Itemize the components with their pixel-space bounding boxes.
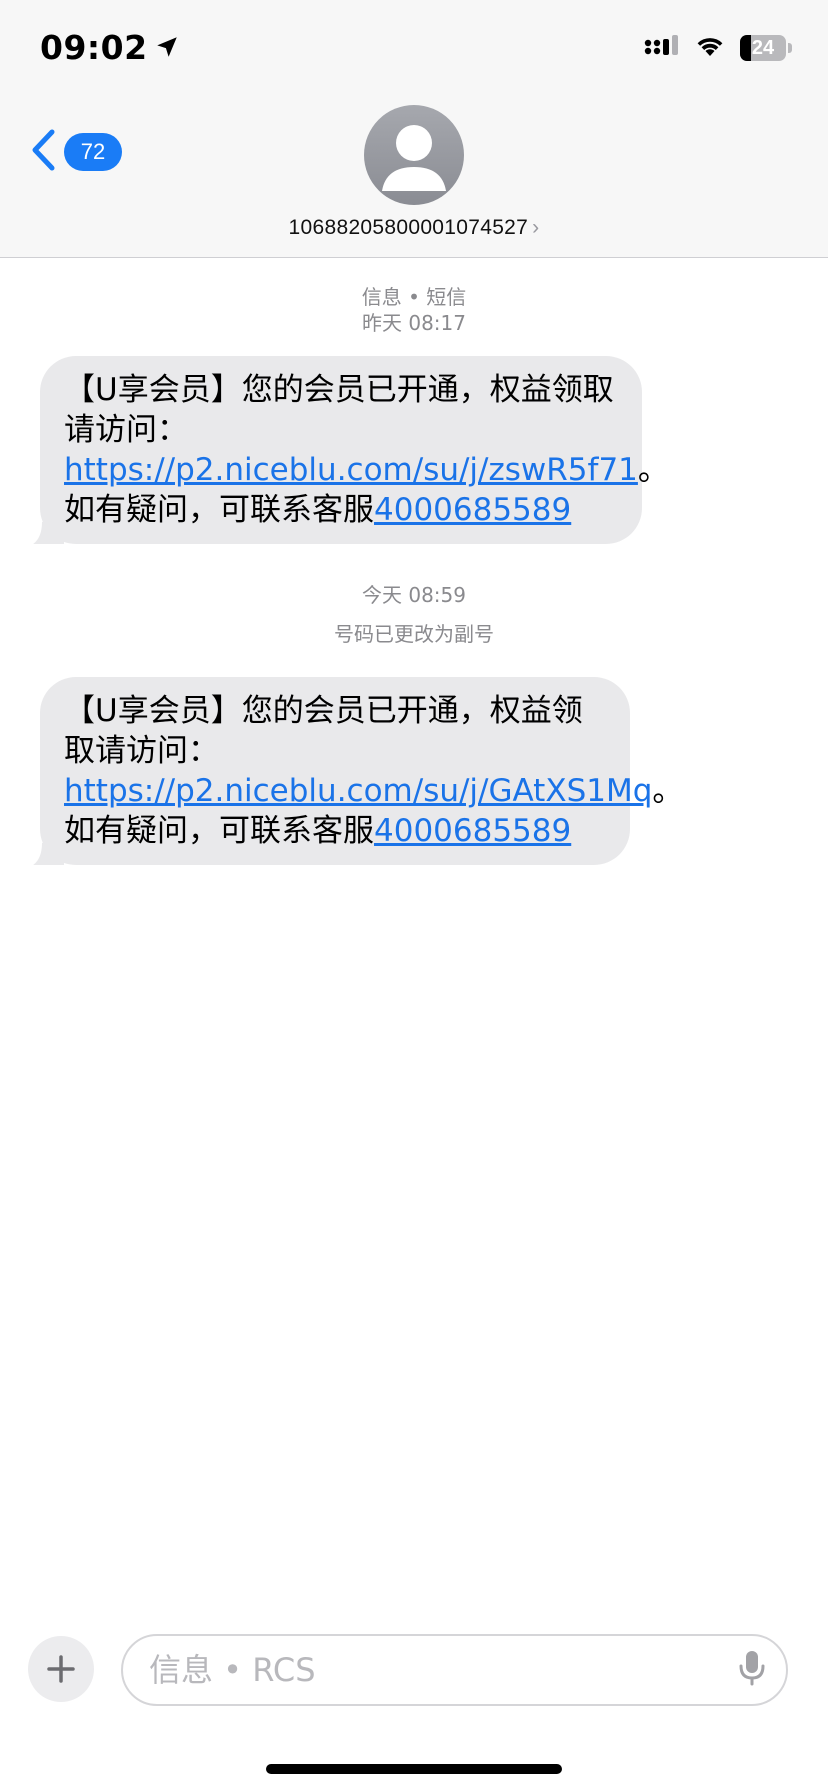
message-timestamp: 昨天 08:17 (362, 311, 466, 335)
message-text: 【U享会员】您的会员已开通，权益领取请访问： (64, 693, 583, 769)
status-time: 09:02 (40, 26, 180, 70)
status-indicators: 24 (644, 34, 792, 62)
number-change-notice: 号码已更改为副号 (0, 621, 828, 647)
thread-service-label: 信息 • 短信 昨天 08:17 (0, 284, 828, 336)
messages-screen: 09:02 24 72 10688205800001074527 › 信息 • … (0, 0, 828, 1792)
battery-level: 24 (751, 36, 775, 59)
status-time-text: 09:02 (40, 28, 148, 67)
message-text: 【U享会员】您的会员已开通，权益领取请访问： (64, 372, 614, 448)
message-timestamp-group: 今天 08:59 (0, 582, 828, 608)
wifi-icon (694, 34, 726, 62)
person-icon (382, 125, 446, 191)
service-type: 信息 • 短信 (361, 285, 467, 309)
plus-icon (47, 1655, 75, 1683)
message-link[interactable]: https://p2.niceblu.com/su/j/zswR5f71 (64, 452, 638, 488)
contact-avatar[interactable] (364, 105, 464, 205)
contact-number-button[interactable]: 10688205800001074527 › (0, 216, 828, 240)
message-input[interactable] (147, 1650, 738, 1690)
location-arrow-icon (154, 29, 180, 68)
add-attachment-button[interactable] (28, 1636, 94, 1702)
message-phone-link[interactable]: 4000685589 (374, 492, 571, 528)
bubble-tail (28, 516, 64, 544)
home-indicator[interactable] (266, 1764, 562, 1774)
battery-cap (788, 43, 792, 53)
message-link[interactable]: https://p2.niceblu.com/su/j/GAtXS1Mq (64, 773, 652, 809)
message-bubble[interactable]: 【U享会员】您的会员已开通，权益领取请访问： https://p2.niceblu… (33, 356, 669, 544)
message-composer (121, 1634, 788, 1706)
cellular-signal-icon (644, 34, 680, 62)
conversation-header: 09:02 24 72 10688205800001074527 › (0, 0, 828, 258)
chevron-left-icon (30, 128, 56, 176)
bubble-tail (28, 837, 64, 865)
message-timestamp: 今天 08:59 (362, 583, 466, 607)
contact-number: 10688205800001074527 (288, 216, 529, 239)
back-button[interactable]: 72 (30, 128, 122, 176)
message-phone-link[interactable]: 4000685589 (374, 813, 571, 849)
number-change-text: 号码已更改为副号 (334, 622, 494, 646)
battery-icon: 24 (740, 35, 786, 61)
battery-fill (740, 35, 752, 61)
message-bubble[interactable]: 【U享会员】您的会员已开通，权益领取请访问： https://p2.niceblu… (33, 677, 683, 865)
chevron-right-icon: › (532, 216, 540, 239)
microphone-icon[interactable] (738, 1649, 766, 1691)
unread-count-badge: 72 (64, 133, 122, 171)
